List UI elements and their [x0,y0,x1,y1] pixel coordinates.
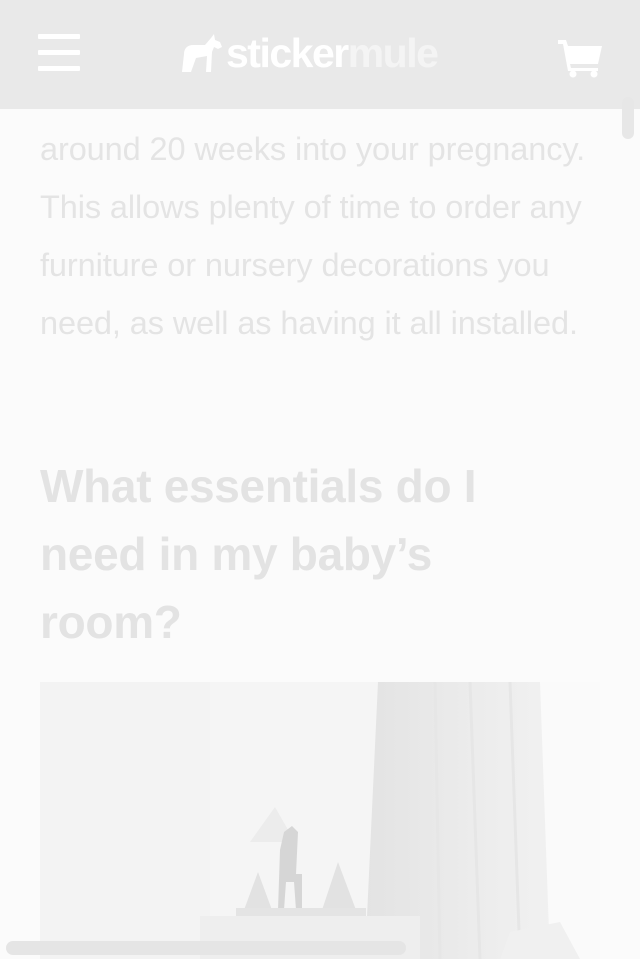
nursery-photo [40,682,600,959]
intro-paragraph: around 20 weeks into your pregnancy. Thi… [40,131,586,341]
section-heading: What essentials do I need in my baby’s r… [40,460,477,648]
site-logo[interactable]: sticker mule [178,30,439,76]
shopping-cart-icon[interactable] [556,36,604,78]
logo-text-mule: mule [347,30,439,76]
top-navigation-bar: sticker mule [0,0,640,109]
horizontal-scrollbar-thumb[interactable] [6,941,406,955]
logo-text-sticker: sticker [226,30,349,76]
vertical-scrollbar-thumb[interactable] [622,97,634,139]
horse-logo-icon [182,34,222,72]
hamburger-menu-icon[interactable] [36,32,82,74]
article-body: around 20 weeks into your pregnancy. Thi… [40,120,600,352]
